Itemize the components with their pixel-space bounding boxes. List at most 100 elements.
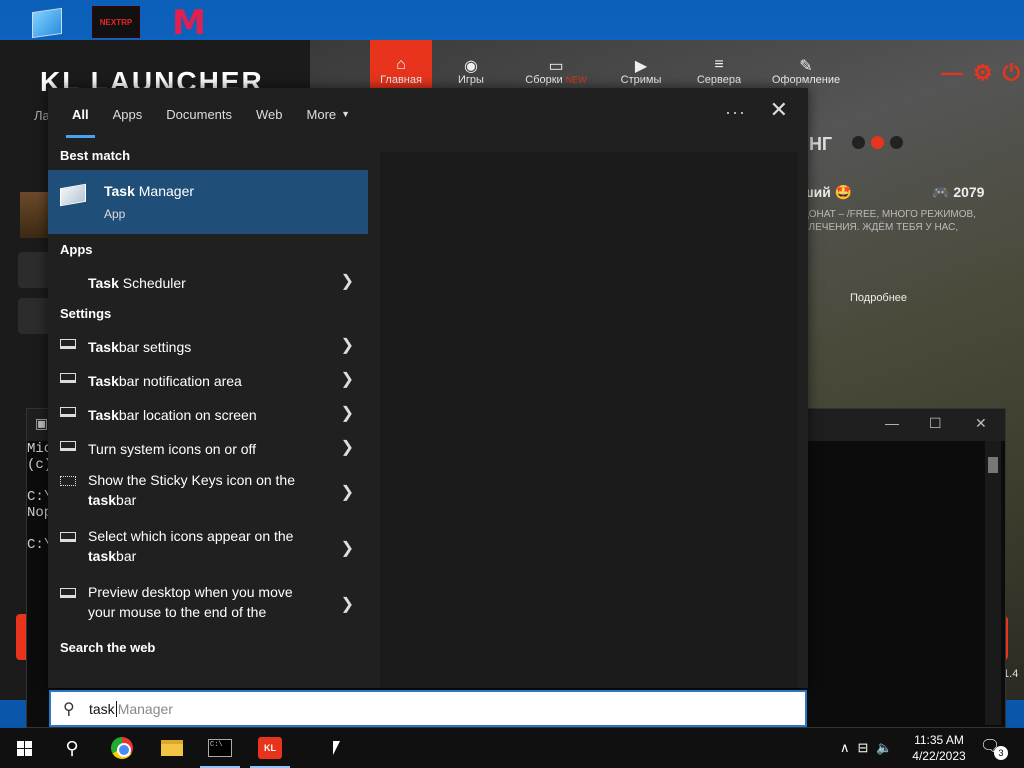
brush-icon: ✎ (799, 58, 813, 75)
network-icon[interactable]: ⊟ (858, 740, 869, 756)
nav-streams[interactable]: ▶ Стримы (602, 40, 680, 90)
chevron-right-icon[interactable]: ❯ (341, 403, 354, 423)
result-system-icons[interactable]: Turn system icons on or off ❯ (48, 430, 370, 464)
taskbar-icon (60, 407, 76, 417)
chrome-taskbar-button[interactable] (98, 728, 146, 768)
nav-games[interactable]: ◉ Игры (432, 40, 510, 90)
taskbar-icon (60, 441, 76, 451)
avatar[interactable] (20, 192, 50, 238)
mouse-cursor (333, 741, 340, 755)
taskbar-icon (60, 339, 76, 349)
inbox-icon: ▭ (548, 58, 564, 75)
action-center-button[interactable]: 🗨 3 (980, 736, 1008, 760)
kl-launcher-taskbar-button[interactable]: KL (246, 728, 294, 768)
search-button[interactable]: ⚲ (48, 728, 96, 768)
result-taskbar-notification-area[interactable]: Taskbar notification area ❯ (48, 362, 370, 396)
more-options-icon[interactable]: ··· (725, 102, 746, 123)
m-app-icon[interactable]: M (172, 6, 220, 40)
explorer-taskbar-button[interactable] (148, 728, 196, 768)
clock-time: 11:35 AM (914, 733, 964, 747)
best-match-name: Task Manager (104, 183, 195, 199)
monitor-icon[interactable] (28, 6, 76, 40)
system-tray: ∧ ⊟ 🔈 (840, 728, 893, 768)
best-match-kind: App (104, 207, 126, 221)
result-select-icons-taskbar[interactable]: Select which icons appear on the taskbar… (48, 520, 370, 576)
result-sticky-keys-icon[interactable]: Show the Sticky Keys icon on the taskbar… (48, 464, 370, 520)
server-icon: ≡ (714, 56, 724, 73)
gamepad-icon: 🎮 (932, 184, 954, 200)
maximize-icon[interactable]: ☐ (929, 415, 942, 432)
chevron-right-icon[interactable]: ❯ (341, 271, 354, 291)
launcher-window-controls: — ⚙ ⏻ (941, 60, 1020, 86)
tab-all[interactable]: All (60, 88, 101, 140)
clock[interactable]: 11:35 AM 4/22/2023 (906, 732, 972, 764)
best-match-task-manager[interactable]: Task Manager App (48, 170, 368, 234)
taskbar-icon (60, 373, 76, 383)
tab-web[interactable]: Web (244, 88, 295, 140)
chevron-right-icon[interactable]: ❯ (341, 538, 354, 558)
cmd-icon: ▣ (35, 415, 49, 431)
chevron-right-icon[interactable]: ❯ (341, 594, 354, 614)
taskbar-icon (60, 588, 76, 598)
tab-more[interactable]: More ▼ (295, 88, 363, 140)
taskbar-icon (60, 532, 76, 542)
sidebar-item[interactable] (18, 252, 50, 288)
search-results: Best match Task Manager App Apps Task Sc… (48, 140, 370, 688)
folder-icon (161, 740, 183, 756)
nav-design[interactable]: ✎ Оформление (758, 40, 854, 90)
result-taskbar-settings[interactable]: Taskbar settings ❯ (48, 328, 370, 362)
player-count: 🎮 2079 (932, 184, 985, 200)
chrome-icon (111, 737, 133, 759)
result-preview-desktop[interactable]: Preview desktop when you move your mouse… (48, 576, 370, 632)
minimize-icon[interactable]: — (941, 60, 963, 86)
nextrp-icon[interactable]: NEXTRP (92, 6, 140, 40)
preview-pane (380, 152, 798, 688)
more-link[interactable]: Подробнее (850, 292, 907, 304)
clock-date: 4/22/2023 (912, 749, 966, 763)
start-button[interactable] (0, 728, 48, 768)
notification-badge: 3 (994, 746, 1008, 760)
search-suggestion: Manager (117, 701, 173, 717)
section-settings: Settings (60, 305, 112, 321)
server-title: ший 🤩 (802, 184, 853, 200)
chevron-right-icon[interactable]: ❯ (341, 335, 354, 355)
carousel-dots[interactable] (852, 136, 903, 149)
wrench-icon[interactable] (18, 298, 50, 334)
tab-documents[interactable]: Documents (154, 88, 244, 140)
tab-apps[interactable]: Apps (101, 88, 155, 140)
text-cursor (115, 701, 117, 717)
search-icon: ⚲ (63, 699, 75, 718)
nav-home[interactable]: ⌂ Главная (370, 40, 432, 90)
search-icon: ⚲ (65, 737, 79, 759)
search-panel: All Apps Documents Web More ▼ ··· ✕ Best … (48, 88, 808, 688)
close-icon[interactable]: ✕ (975, 415, 987, 432)
power-icon[interactable]: ⏻ (1003, 60, 1020, 86)
taskbar: ⚲ C:\ KL ∧ ⊟ 🔈 11:35 AM 4/22/2023 🗨 3 (0, 728, 1024, 768)
cmd-scrollbar[interactable] (985, 441, 1001, 725)
chevron-up-icon[interactable]: ∧ (840, 740, 850, 756)
server-description: ДОНАТ – /FREE, МНОГО РЕЖИМОВ, ВЛЕЧЕНИЯ. … (802, 209, 976, 233)
section-apps: Apps (60, 241, 93, 257)
section-search-web: Search the web (60, 639, 156, 655)
windows-icon (16, 740, 32, 756)
search-tabs: All Apps Documents Web More ▼ ··· ✕ (48, 88, 808, 140)
search-input[interactable]: ⚲ task Manager (49, 690, 807, 727)
chevron-right-icon[interactable]: ❯ (341, 369, 354, 389)
gamepad-icon: ◉ (464, 58, 478, 75)
minimize-icon[interactable]: — (885, 415, 899, 431)
chevron-right-icon[interactable]: ❯ (341, 437, 354, 457)
gear-icon[interactable]: ⚙ (973, 60, 993, 86)
result-taskbar-location[interactable]: Taskbar location on screen ❯ (48, 396, 370, 430)
kl-icon: KL (258, 737, 282, 759)
home-icon: ⌂ (396, 56, 406, 73)
nav-builds[interactable]: ▭ Сборки NEW (510, 40, 602, 90)
chevron-right-icon[interactable]: ❯ (341, 482, 354, 502)
volume-icon[interactable]: 🔈 (876, 740, 892, 756)
launcher-nav: ⌂ Главная ◉ Игры ▭ Сборки NEW ▶ Стримы ≡ Серв… (370, 40, 854, 90)
result-task-scheduler[interactable]: Task Scheduler ❯ (48, 264, 370, 298)
search-query: task (89, 701, 115, 717)
cmd-taskbar-button[interactable]: C:\ (196, 728, 244, 768)
close-icon[interactable]: ✕ (770, 98, 788, 123)
nav-servers[interactable]: ≡ Сервера (680, 40, 758, 90)
youtube-icon: ▶ (634, 58, 648, 75)
